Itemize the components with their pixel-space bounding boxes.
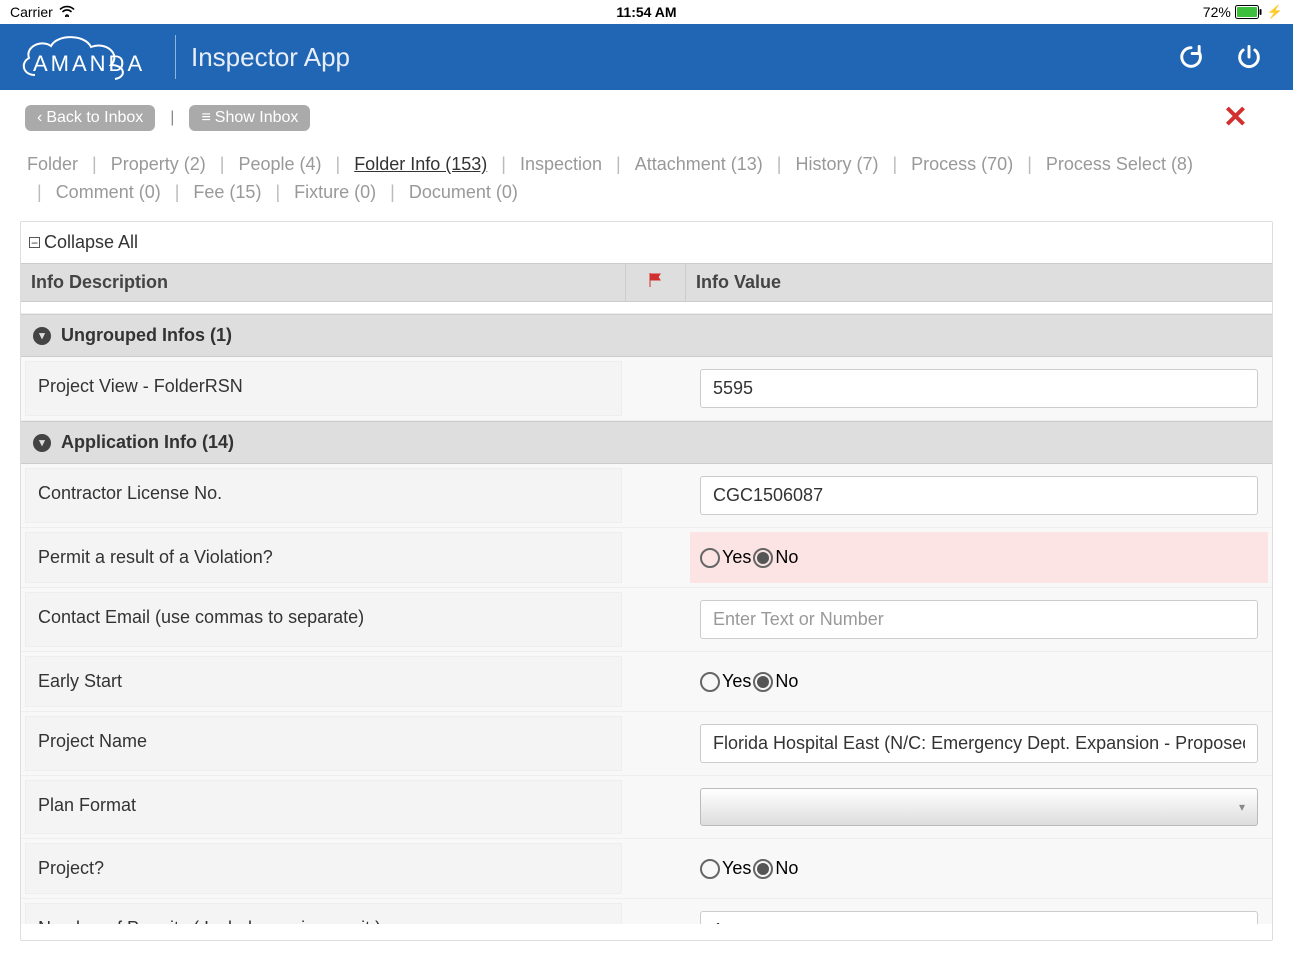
- wifi-icon: [59, 4, 75, 20]
- table-row: Plan Format: [21, 776, 1272, 839]
- text-input[interactable]: [700, 600, 1258, 639]
- radio-no[interactable]: No: [753, 671, 798, 692]
- row-label: Project View - FolderRSN: [25, 361, 622, 416]
- app-name: Inspector App: [191, 42, 350, 73]
- table-body[interactable]: ▾Ungrouped Infos (1)Project View - Folde…: [21, 314, 1272, 924]
- row-label: Early Start: [25, 656, 622, 707]
- table-row: Project? Yes No: [21, 839, 1272, 899]
- carrier-label: Carrier: [10, 4, 53, 20]
- column-info-value: Info Value: [686, 264, 1272, 301]
- table-row: Contact Email (use commas to separate): [21, 588, 1272, 652]
- row-label: Plan Format: [25, 780, 622, 834]
- collapse-all-button[interactable]: − Collapse All: [21, 222, 1272, 263]
- table-row: Project View - FolderRSN: [21, 357, 1272, 421]
- row-label: Number of Permits ( Includes main permit…: [25, 903, 622, 924]
- app-logo: AMANDA: [15, 31, 160, 83]
- text-input[interactable]: [700, 369, 1258, 408]
- row-label: Project Name: [25, 716, 622, 771]
- tab-process-70-[interactable]: Process (70): [909, 154, 1015, 174]
- show-inbox-button[interactable]: ≡ Show Inbox: [189, 105, 310, 131]
- row-label: Contact Email (use commas to separate): [25, 592, 622, 647]
- chevron-left-icon: ‹: [37, 109, 42, 127]
- table-row: Permit a result of a Violation? Yes No: [21, 528, 1272, 588]
- tab-attachment-13-[interactable]: Attachment (13): [633, 154, 765, 174]
- flag-icon: [626, 264, 686, 301]
- table-header: Info Description Info Value: [21, 263, 1272, 302]
- tab-bar: Folder|Property (2)|People (4)|Folder In…: [0, 145, 1293, 221]
- tab-property-2-[interactable]: Property (2): [109, 154, 208, 174]
- menu-icon: ≡: [201, 109, 210, 127]
- tab-comment-0-[interactable]: Comment (0): [54, 182, 163, 202]
- table-row: Early Start Yes No: [21, 652, 1272, 712]
- radio-yes[interactable]: Yes: [700, 547, 751, 568]
- table-row: Contractor License No.: [21, 464, 1272, 528]
- clock-label: 11:54 AM: [616, 4, 676, 20]
- tab-fee-15-[interactable]: Fee (15): [191, 182, 263, 202]
- status-bar: Carrier 11:54 AM 72% ⚡: [0, 0, 1293, 24]
- chevron-down-icon: ▾: [33, 434, 51, 452]
- tab-folder[interactable]: Folder: [25, 154, 80, 174]
- power-icon[interactable]: [1235, 43, 1263, 71]
- radio-yes[interactable]: Yes: [700, 858, 751, 879]
- text-input[interactable]: [700, 911, 1258, 924]
- tab-fixture-0-[interactable]: Fixture (0): [292, 182, 378, 202]
- row-label: Project?: [25, 843, 622, 894]
- refresh-icon[interactable]: [1177, 43, 1205, 71]
- column-info-description: Info Description: [21, 264, 626, 301]
- group-header[interactable]: ▾Ungrouped Infos (1): [21, 314, 1272, 357]
- chevron-down-icon: ▾: [33, 327, 51, 345]
- text-input[interactable]: [700, 724, 1258, 763]
- radio-no[interactable]: No: [753, 547, 798, 568]
- battery-percent: 72%: [1203, 4, 1231, 20]
- toolbar: ‹ Back to Inbox | ≡ Show Inbox ✕: [0, 90, 1293, 145]
- battery-icon: [1235, 5, 1263, 19]
- text-input[interactable]: [700, 476, 1258, 515]
- tab-inspection[interactable]: Inspection: [518, 154, 604, 174]
- minus-square-icon: −: [29, 237, 40, 248]
- tab-folder-info-153-[interactable]: Folder Info (153): [352, 154, 489, 174]
- back-to-inbox-button[interactable]: ‹ Back to Inbox: [25, 105, 155, 131]
- group-header[interactable]: ▾Application Info (14): [21, 421, 1272, 464]
- row-label: Contractor License No.: [25, 468, 622, 523]
- tab-document-0-[interactable]: Document (0): [407, 182, 520, 202]
- tab-people-4-[interactable]: People (4): [236, 154, 323, 174]
- tab-history-7-[interactable]: History (7): [793, 154, 880, 174]
- close-icon[interactable]: ✕: [1223, 100, 1268, 135]
- select-dropdown[interactable]: [700, 788, 1258, 826]
- table-row: Project Name: [21, 712, 1272, 776]
- charging-icon: ⚡: [1267, 4, 1283, 20]
- radio-yes[interactable]: Yes: [700, 671, 751, 692]
- main-panel: − Collapse All Info Description Info Val…: [20, 221, 1273, 941]
- table-row: Number of Permits ( Includes main permit…: [21, 899, 1272, 924]
- tab-process-select-8-[interactable]: Process Select (8): [1044, 154, 1195, 174]
- app-header: AMANDA Inspector App: [0, 24, 1293, 90]
- radio-no[interactable]: No: [753, 858, 798, 879]
- row-label: Permit a result of a Violation?: [25, 532, 622, 583]
